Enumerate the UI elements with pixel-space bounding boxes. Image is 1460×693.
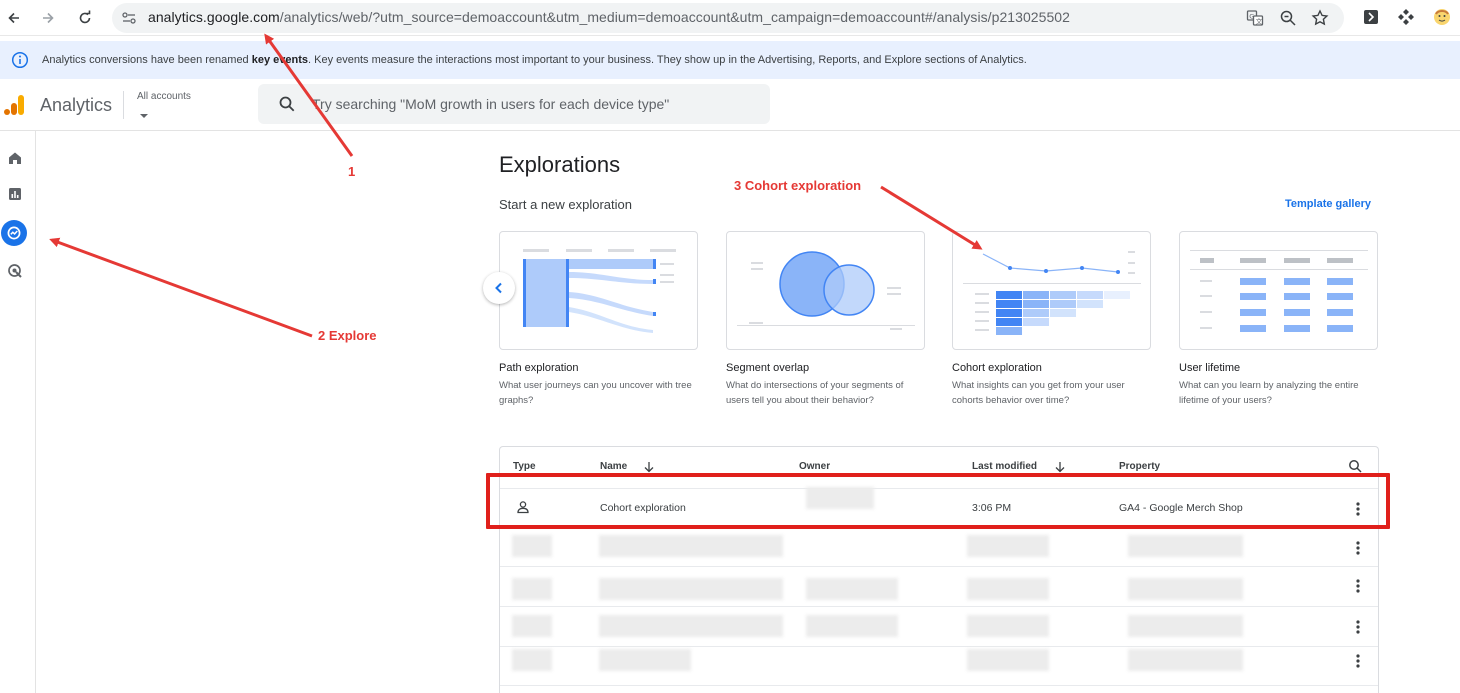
- reload-icon[interactable]: [74, 7, 96, 29]
- user-lifetime-thumbnail: [1179, 231, 1378, 350]
- redacted-cell: [967, 649, 1049, 671]
- chevron-left-icon: [495, 282, 502, 294]
- advertising-icon[interactable]: [4, 260, 26, 282]
- svg-text:文: 文: [1256, 16, 1263, 25]
- more-vert-icon[interactable]: [1350, 652, 1366, 670]
- column-header-type[interactable]: Type: [513, 461, 536, 472]
- card-user-lifetime[interactable]: User lifetime What can you learn by anal…: [1179, 231, 1378, 408]
- redacted-cell: [599, 535, 783, 557]
- account-selector[interactable]: All accounts: [137, 91, 191, 102]
- url-text: analytics.google.com/analytics/web/?utm_…: [148, 9, 1070, 25]
- redacted-cell: [967, 578, 1049, 600]
- redacted-cell: [512, 615, 552, 637]
- redacted-cell: [1128, 535, 1243, 557]
- section-subtitle: Start a new exploration: [499, 197, 632, 212]
- table-row[interactable]: [500, 646, 1378, 686]
- app-title: Analytics: [40, 95, 113, 115]
- path-exploration-thumbnail: [499, 231, 698, 350]
- search-input[interactable]: [312, 84, 752, 124]
- redacted-cell: [599, 578, 783, 600]
- redacted-cell: [599, 649, 691, 671]
- column-header-last-modified[interactable]: Last modified: [972, 461, 1037, 472]
- search-icon[interactable]: [1348, 459, 1362, 473]
- search-box[interactable]: [258, 84, 770, 124]
- column-header-name[interactable]: Name: [600, 461, 627, 472]
- redacted-cell: [967, 615, 1049, 637]
- side-navigation: [0, 131, 36, 693]
- table-row[interactable]: [500, 566, 1378, 606]
- card-title: Segment overlap: [726, 362, 810, 374]
- browser-toolbar: analytics.google.com/analytics/web/?utm_…: [0, 0, 1460, 36]
- redacted-cell: [1128, 615, 1243, 637]
- table-row[interactable]: [500, 606, 1378, 646]
- segment-overlap-thumbnail: [726, 231, 925, 350]
- card-title: Cohort exploration: [952, 362, 1042, 374]
- redacted-cell: [1128, 578, 1243, 600]
- card-description: What do intersections of your segments o…: [726, 380, 904, 406]
- page-title: Explorations: [499, 152, 621, 177]
- extension-puzzle-icon[interactable]: [1397, 8, 1415, 26]
- cohort-exploration-thumbnail: [952, 231, 1151, 350]
- table-row: [500, 685, 1378, 693]
- table-row[interactable]: [500, 527, 1378, 567]
- translate-icon[interactable]: G文: [1246, 9, 1264, 27]
- card-title: Path exploration: [499, 362, 579, 374]
- header-divider: [123, 91, 124, 119]
- analytics-header: Analytics All accounts: [0, 79, 1460, 131]
- address-bar[interactable]: analytics.google.com/analytics/web/?utm_…: [112, 3, 1344, 33]
- site-settings-icon[interactable]: [120, 9, 138, 27]
- home-icon[interactable]: [4, 147, 26, 169]
- card-description: What user journeys can you uncover with …: [499, 380, 692, 406]
- explore-icon[interactable]: [1, 220, 27, 246]
- extension-icon[interactable]: [1362, 8, 1380, 26]
- info-banner: Analytics conversions have been renamed …: [0, 41, 1460, 79]
- analytics-logo-icon[interactable]: [4, 93, 26, 117]
- card-description: What insights can you get from your user…: [952, 380, 1125, 406]
- redacted-cell: [512, 535, 552, 557]
- more-vert-icon[interactable]: [1350, 618, 1366, 636]
- svg-text:G: G: [1249, 13, 1254, 21]
- card-segment-overlap[interactable]: Segment overlap What do intersections of…: [726, 231, 925, 408]
- carousel-prev-button[interactable]: [483, 272, 515, 304]
- more-vert-icon[interactable]: [1350, 577, 1366, 595]
- redacted-cell: [512, 578, 552, 600]
- sort-arrow-down-icon[interactable]: [1054, 460, 1066, 473]
- more-vert-icon[interactable]: [1350, 539, 1366, 557]
- info-icon: [11, 51, 29, 69]
- banner-message: Analytics conversions have been renamed …: [42, 54, 1027, 66]
- card-path-exploration[interactable]: Path exploration What user journeys can …: [499, 231, 698, 408]
- card-description: What can you learn by analyzing the enti…: [1179, 380, 1359, 406]
- redacted-cell: [806, 615, 898, 637]
- caret-down-icon[interactable]: [139, 107, 149, 118]
- bookmark-star-icon[interactable]: [1311, 9, 1329, 27]
- redacted-cell: [1128, 649, 1243, 671]
- back-arrow-icon[interactable]: [3, 7, 25, 29]
- annotation-label-1: 1: [348, 164, 356, 179]
- forward-arrow-icon[interactable]: [37, 7, 59, 29]
- card-cohort-exploration[interactable]: Cohort exploration What insights can you…: [952, 231, 1151, 408]
- redacted-cell: [967, 535, 1049, 557]
- annotation-highlight-box: [486, 473, 1390, 529]
- bar-chart-icon[interactable]: [4, 183, 26, 205]
- profile-avatar-icon[interactable]: [1433, 8, 1451, 26]
- card-title: User lifetime: [1179, 362, 1241, 374]
- redacted-cell: [806, 578, 898, 600]
- zoom-icon[interactable]: [1279, 9, 1297, 27]
- redacted-cell: [599, 615, 783, 637]
- sort-arrow-down-icon[interactable]: [643, 460, 655, 473]
- column-header-owner[interactable]: Owner: [799, 461, 830, 472]
- annotation-label-cohort: 3 Cohort exploration: [734, 178, 862, 193]
- search-icon: [278, 95, 296, 113]
- annotation-label-explore: 2 Explore: [318, 328, 377, 343]
- redacted-cell: [512, 649, 552, 671]
- column-header-property[interactable]: Property: [1119, 461, 1160, 472]
- template-gallery-link[interactable]: Template gallery: [1285, 198, 1371, 210]
